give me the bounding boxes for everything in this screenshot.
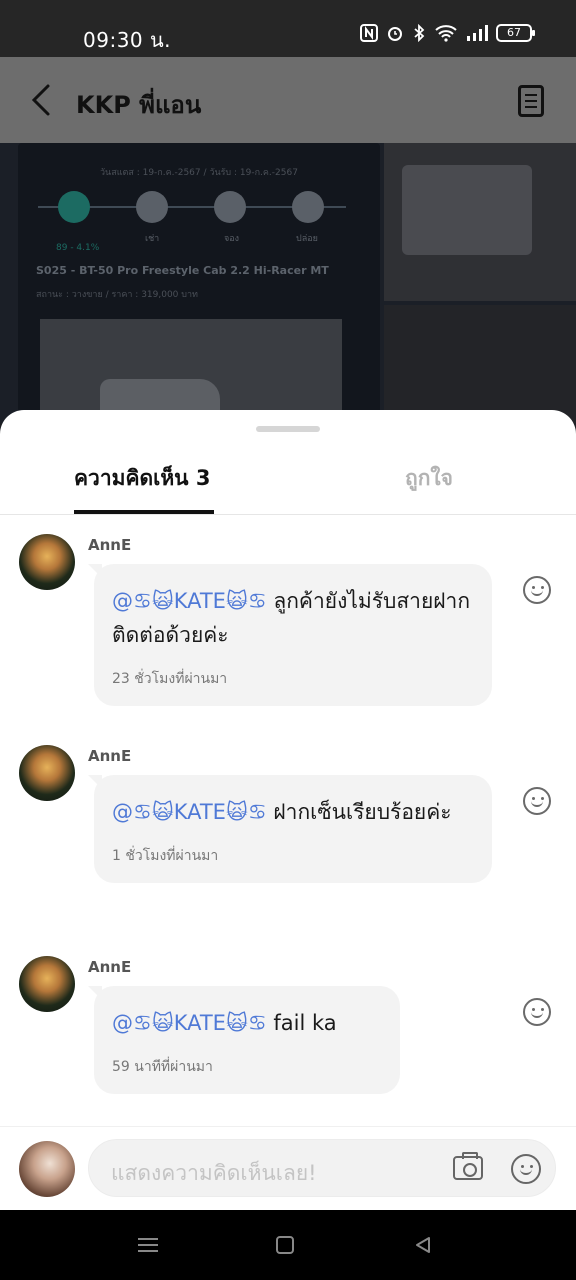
progress-text: 89 - 4.1% — [56, 243, 100, 253]
comment-text: @♋🙀KATE🙀♋ ฝากเซ็นเรียบร้อยค่ะ — [112, 795, 474, 829]
idcard-shape — [402, 165, 532, 255]
comment-body: ฝากเซ็นเรียบร้อยค่ะ — [266, 800, 452, 824]
comment-timestamp: 1 ชั่วโมงที่ผ่านมา — [112, 848, 219, 864]
comments-sheet: ความคิดเห็น 3 ถูกใจ AnnE @♋🙀KATE🙀♋ ลูกค้… — [0, 410, 576, 1210]
bluetooth-icon — [414, 24, 425, 42]
comment-composer: แสดงความคิดเห็นเลย! — [0, 1126, 576, 1210]
signal-icon — [467, 25, 488, 41]
chat-header: KKP พี่แอน — [0, 57, 576, 143]
emoji-icon[interactable] — [511, 1154, 541, 1184]
avatar[interactable] — [19, 534, 75, 590]
step-node — [136, 191, 168, 223]
step-label: จอง — [224, 234, 240, 244]
step-label: ปล่อย — [296, 234, 318, 244]
post-images-backdrop: วันสแตส : 19-ก.ค.-2567 / วันรับ : 19-ก.ค… — [0, 143, 576, 423]
alarm-icon — [388, 27, 402, 41]
date-line: วันสแตส : 19-ก.ค.-2567 / วันรับ : 19-ก.ค… — [100, 168, 298, 178]
comment-author[interactable]: AnnE — [88, 747, 131, 765]
tab-likes[interactable]: ถูกใจ — [405, 462, 453, 495]
camera-icon[interactable] — [453, 1152, 483, 1180]
car-photo — [40, 319, 342, 423]
comment-author[interactable]: AnnE — [88, 536, 131, 554]
post-image-idcard[interactable] — [384, 143, 576, 301]
comment-input[interactable]: แสดงความคิดเห็นเลย! — [88, 1139, 556, 1197]
status-bar: 09:30 น. 67 — [0, 0, 576, 57]
avatar[interactable] — [19, 956, 75, 1012]
car-status: สถานะ : วางขาย / ราคา : 319,000 บาท — [36, 290, 198, 300]
comment-input-placeholder: แสดงความคิดเห็นเลย! — [111, 1161, 317, 1185]
comment-author[interactable]: AnnE — [88, 958, 131, 976]
comment-text: @♋🙀KATE🙀♋ fail ka — [112, 1006, 382, 1040]
nav-back-icon[interactable] — [414, 1236, 432, 1254]
comment-timestamp: 59 นาทีที่ผ่านมา — [112, 1059, 213, 1075]
step-label: เช่า — [145, 234, 160, 244]
home-icon[interactable] — [276, 1236, 294, 1254]
tab-comments[interactable]: ความคิดเห็น 3 — [74, 462, 210, 495]
car-title: S025 - BT-50 Pro Freestyle Cab 2.2 Hi-Ra… — [36, 264, 329, 277]
react-smiley-icon[interactable] — [523, 576, 551, 604]
my-avatar[interactable] — [19, 1141, 75, 1197]
step-node — [292, 191, 324, 223]
system-nav-bar — [0, 1210, 576, 1280]
comment-timestamp: 23 ชั่วโมงที่ผ่านมา — [112, 671, 228, 687]
comment-bubble[interactable]: @♋🙀KATE🙀♋ fail ka 59 นาทีที่ผ่านมา — [88, 986, 400, 1094]
comment-text: @♋🙀KATE🙀♋ ลูกค้ายังไม่รับสายฝากติดต่อด้ว… — [112, 584, 474, 652]
mention-link[interactable]: @♋🙀KATE🙀♋ — [112, 800, 267, 824]
mention-link[interactable]: @♋🙀KATE🙀♋ — [112, 1011, 267, 1035]
mention-link[interactable]: @♋🙀KATE🙀♋ — [112, 589, 267, 613]
sheet-drag-handle[interactable] — [256, 426, 320, 432]
status-time: 09:30 น. — [83, 28, 172, 52]
page-title: KKP พี่แอน — [76, 91, 202, 119]
divider — [0, 514, 576, 515]
comment-bubble[interactable]: @♋🙀KATE🙀♋ ลูกค้ายังไม่รับสายฝากติดต่อด้ว… — [88, 564, 492, 706]
react-smiley-icon[interactable] — [523, 998, 551, 1026]
wifi-icon — [435, 25, 457, 42]
step-node — [58, 191, 90, 223]
back-arrow-icon[interactable] — [28, 83, 58, 117]
status-icons: 67 — [360, 24, 535, 42]
comment-bubble[interactable]: @♋🙀KATE🙀♋ ฝากเซ็นเรียบร้อยค่ะ 1 ชั่วโมงท… — [88, 775, 492, 883]
battery-indicator: 67 — [496, 24, 535, 42]
avatar[interactable] — [19, 745, 75, 801]
document-icon[interactable] — [518, 85, 544, 117]
post-image-main[interactable]: วันสแตส : 19-ก.ค.-2567 / วันรับ : 19-ก.ค… — [18, 143, 380, 423]
nfc-icon — [360, 24, 378, 42]
post-image-document[interactable] — [384, 305, 576, 423]
step-node — [214, 191, 246, 223]
comment-body: fail ka — [266, 1011, 337, 1035]
react-smiley-icon[interactable] — [523, 787, 551, 815]
recent-apps-icon[interactable] — [138, 1236, 158, 1254]
